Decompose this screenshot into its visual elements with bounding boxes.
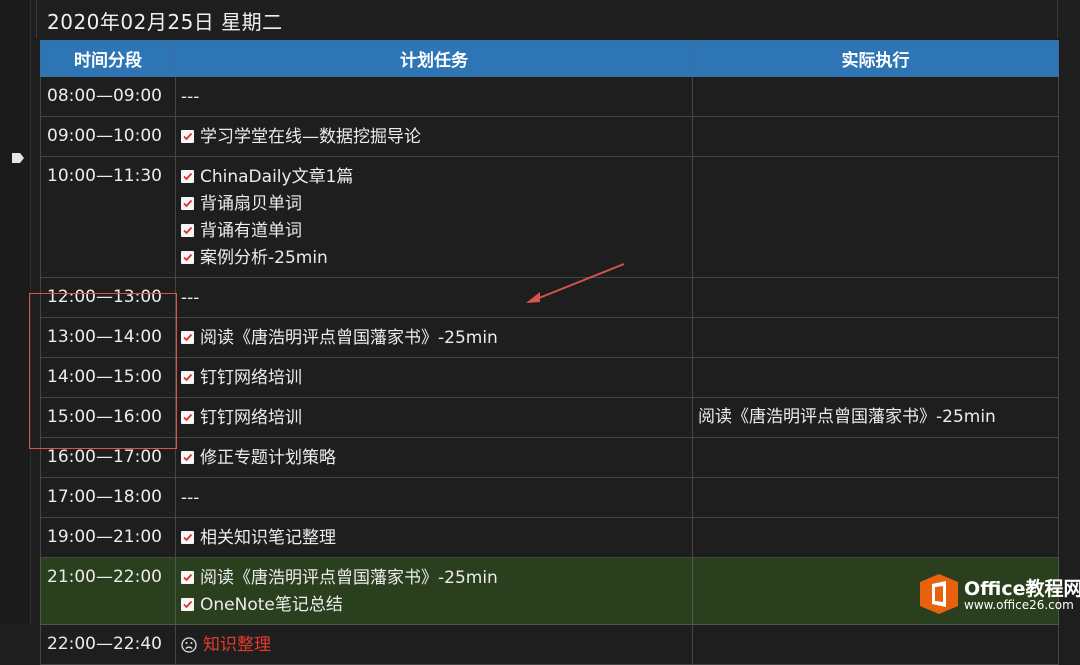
top-divider-right [1057, 0, 1058, 38]
actual-execution-cell[interactable] [692, 517, 1059, 558]
actual-execution-cell[interactable] [692, 477, 1059, 518]
checked-checkbox-icon[interactable] [181, 571, 194, 584]
planned-tasks-cell[interactable]: 钉钉网络培训 [175, 357, 693, 398]
actual-execution-cell[interactable] [692, 437, 1059, 478]
task-text: 学习学堂在线—数据挖掘导论 [200, 126, 421, 147]
table-row: 17:00—18:00 --- [40, 477, 1059, 518]
actual-execution-cell[interactable] [692, 624, 1059, 665]
planned-tasks-cell[interactable]: 学习学堂在线—数据挖掘导论 [175, 116, 693, 157]
task-text: ChinaDaily文章1篇 [200, 166, 354, 187]
header-planned-tasks[interactable]: 计划任务 [175, 40, 693, 77]
checked-checkbox-icon[interactable] [181, 170, 194, 183]
task-item: --- [181, 83, 688, 110]
task-text: 修正专题计划策略 [200, 447, 336, 468]
task-text: 相关知识笔记整理 [200, 527, 336, 548]
task-text: --- [181, 287, 200, 308]
time-slot-cell[interactable]: 08:00—09:00 [40, 76, 176, 117]
task-item: 背诵扇贝单词 [181, 190, 688, 217]
task-text: 案例分析-25min [200, 247, 328, 268]
left-rail [0, 0, 31, 625]
time-slot-cell[interactable]: 09:00—10:00 [40, 116, 176, 157]
schedule-table: 时间分段 计划任务 实际执行 08:00—09:00 --- 09:00—10:00… [40, 40, 1059, 665]
checked-checkbox-icon[interactable] [181, 130, 194, 143]
table-row: 14:00—15:00 钉钉网络培训 [40, 357, 1059, 398]
actual-execution-cell[interactable]: 阅读《唐浩明评点曾国藩家书》-25min [692, 397, 1059, 438]
checked-checkbox-icon[interactable] [181, 371, 194, 384]
table-row: 19:00—21:00 相关知识笔记整理 [40, 517, 1059, 558]
sad-face-icon[interactable] [181, 636, 197, 653]
time-slot-cell[interactable]: 10:00—11:30 [40, 156, 176, 278]
task-item: OneNote笔记总结 [181, 591, 688, 618]
checked-checkbox-icon[interactable] [181, 224, 194, 237]
checked-checkbox-icon[interactable] [181, 598, 194, 611]
task-item: 阅读《唐浩明评点曾国藩家书》-25min [181, 324, 688, 351]
task-item: 相关知识笔记整理 [181, 524, 688, 551]
watermark-title: Office教程网 [964, 578, 1080, 600]
task-item: --- [181, 484, 688, 511]
checked-checkbox-icon[interactable] [181, 251, 194, 264]
time-slot-cell[interactable]: 21:00—22:00 [40, 557, 176, 625]
task-text: 背诵有道单词 [200, 220, 302, 241]
task-text: OneNote笔记总结 [200, 594, 343, 615]
planned-tasks-cell[interactable]: 知识整理 [175, 624, 693, 665]
watermark-url: www.office26.com [964, 598, 1074, 612]
actual-execution-cell[interactable] [692, 317, 1059, 358]
planned-tasks-cell[interactable]: 修正专题计划策略 [175, 437, 693, 478]
watermark: Office教程网 www.office26.com [914, 568, 1080, 620]
planned-tasks-cell[interactable]: --- [175, 76, 693, 117]
table-row: 16:00—17:00 修正专题计划策略 [40, 437, 1059, 478]
checked-checkbox-icon[interactable] [181, 331, 194, 344]
task-item: 背诵有道单词 [181, 217, 688, 244]
planned-tasks-cell[interactable]: 相关知识笔记整理 [175, 517, 693, 558]
task-text: 背诵扇贝单词 [200, 193, 302, 214]
planned-tasks-cell[interactable]: --- [175, 477, 693, 518]
office-logo-icon [920, 574, 958, 614]
task-item: 阅读《唐浩明评点曾国藩家书》-25min [181, 564, 688, 591]
actual-execution-cell[interactable] [692, 76, 1059, 117]
table-row: 21:00—22:00 阅读《唐浩明评点曾国藩家书》-25min OneNote笔记… [40, 557, 1059, 625]
planned-tasks-cell[interactable]: 阅读《唐浩明评点曾国藩家书》-25min OneNote笔记总结 [175, 557, 693, 625]
task-text: 阅读《唐浩明评点曾国藩家书》-25min [200, 567, 498, 588]
table-row: 13:00—14:00 阅读《唐浩明评点曾国藩家书》-25min [40, 317, 1059, 358]
actual-execution-cell[interactable] [692, 156, 1059, 278]
checked-checkbox-icon[interactable] [181, 197, 194, 210]
page-marker-icon[interactable] [11, 152, 25, 164]
header-time-slot[interactable]: 时间分段 [40, 40, 176, 77]
task-text: --- [181, 487, 200, 508]
table-row: 08:00—09:00 --- [40, 76, 1059, 117]
checked-checkbox-icon[interactable] [181, 451, 194, 464]
header-actual-execution[interactable]: 实际执行 [692, 40, 1059, 77]
page-title[interactable]: 2020年02月25日 星期二 [47, 6, 283, 35]
task-text: 钉钉网络培训 [200, 407, 302, 428]
actual-execution-cell[interactable] [692, 277, 1059, 318]
table-row: 22:00—22:40 知识整理 [40, 624, 1059, 665]
task-item: 钉钉网络培训 [181, 364, 688, 391]
task-item: 修正专题计划策略 [181, 444, 688, 471]
task-text: --- [181, 86, 200, 107]
actual-execution-cell[interactable] [692, 116, 1059, 157]
annotation-arrow-icon [526, 263, 625, 303]
table-row: 15:00—16:00 钉钉网络培训 阅读《唐浩明评点曾国藩家书》-25min [40, 397, 1059, 438]
table-row: 09:00—10:00 学习学堂在线—数据挖掘导论 [40, 116, 1059, 157]
table-header-row: 时间分段 计划任务 实际执行 [40, 40, 1059, 77]
task-item: 知识整理 [181, 631, 688, 658]
top-divider-left [36, 0, 37, 38]
checked-checkbox-icon[interactable] [181, 411, 194, 424]
time-slot-cell[interactable]: 17:00—18:00 [40, 477, 176, 518]
task-item: 学习学堂在线—数据挖掘导论 [181, 123, 688, 150]
time-slot-cell[interactable]: 22:00—22:40 [40, 624, 176, 665]
annotation-highlight-box [29, 293, 177, 449]
task-item: ChinaDaily文章1篇 [181, 163, 688, 190]
planned-tasks-cell[interactable]: 钉钉网络培训 [175, 397, 693, 438]
task-text: 钉钉网络培训 [200, 367, 302, 388]
task-text: 阅读《唐浩明评点曾国藩家书》-25min [200, 327, 498, 348]
task-text: 知识整理 [203, 634, 271, 655]
planned-tasks-cell[interactable]: 阅读《唐浩明评点曾国藩家书》-25min [175, 317, 693, 358]
task-item: 钉钉网络培训 [181, 404, 688, 431]
time-slot-cell[interactable]: 19:00—21:00 [40, 517, 176, 558]
actual-execution-cell[interactable] [692, 357, 1059, 398]
checked-checkbox-icon[interactable] [181, 531, 194, 544]
